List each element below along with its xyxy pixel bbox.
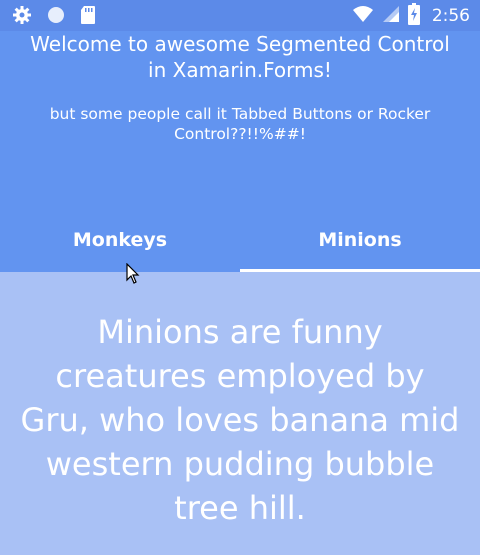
wifi-icon — [352, 5, 374, 27]
status-bar: 2:56 — [0, 0, 480, 31]
sd-card-icon — [80, 5, 96, 29]
tab-minions[interactable]: Minions — [240, 208, 480, 272]
page-title: Welcome to awesome Segmented Control in … — [30, 32, 450, 82]
signal-icon — [382, 5, 400, 27]
tab-monkeys[interactable]: Monkeys — [0, 208, 240, 272]
status-bar-right-icons: 2:56 — [352, 3, 470, 29]
tab-monkeys-label: Monkeys — [72, 229, 168, 251]
battery-charging-icon — [407, 3, 420, 29]
page-subtitle: but some people call it Tabbed Buttons o… — [49, 105, 431, 143]
gear-icon — [12, 5, 32, 29]
tab-minions-label: Minions — [318, 229, 402, 251]
segmented-control: Monkeys Minions — [0, 208, 480, 272]
content-text: Minions are funny creatures employed by … — [20, 313, 460, 527]
circle-icon — [46, 5, 66, 29]
mouse-pointer-icon — [126, 262, 140, 289]
status-bar-left-icons — [12, 5, 96, 29]
tab-content-panel: Minions are funny creatures employed by … — [0, 272, 480, 555]
status-time: 2:56 — [431, 6, 470, 26]
